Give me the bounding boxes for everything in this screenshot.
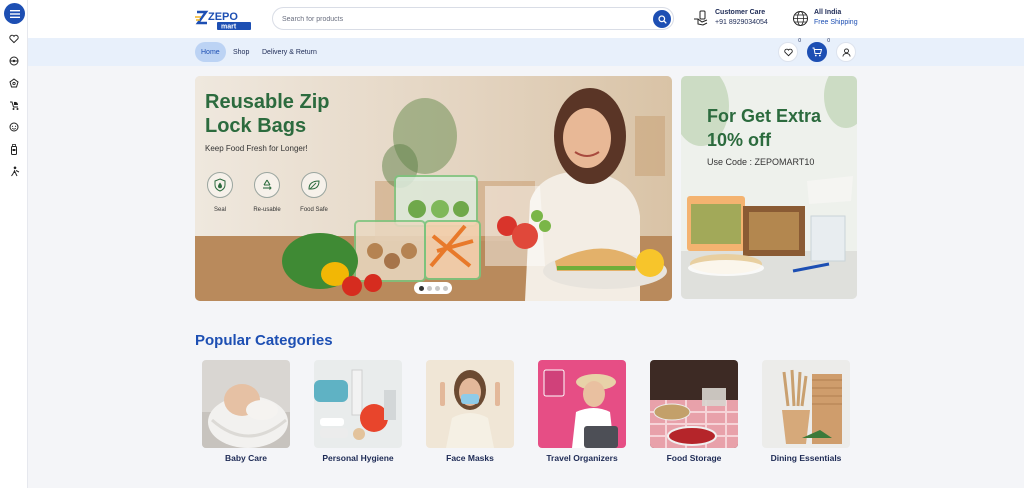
cart-count: 0 (827, 38, 830, 44)
leaf-icon (301, 172, 327, 198)
customer-care[interactable]: Customer Care +91 8929034054 (692, 8, 768, 28)
cart-icon (812, 47, 822, 57)
offer-title: For Get Extra 10% off (707, 106, 822, 150)
customer-care-phone: +91 8929034054 (715, 19, 768, 26)
globe-icon (793, 10, 808, 26)
search-bar (272, 7, 674, 30)
account-button[interactable] (836, 42, 856, 62)
hand-phone-icon (694, 10, 708, 26)
feature-food-safe: Food Safe (294, 172, 334, 213)
customer-care-title: Customer Care (715, 9, 766, 16)
bottle-category-icon[interactable] (7, 142, 21, 156)
search-button[interactable] (653, 10, 671, 28)
feature-seal-label: Seal (213, 207, 226, 213)
category-label: Baby Care (224, 453, 268, 463)
carousel-dot-1[interactable] (418, 285, 424, 291)
category-baby-care[interactable]: Baby Care (202, 360, 290, 463)
carousel-dots (414, 282, 452, 294)
category-travel-organizers[interactable]: Travel Organizers (538, 360, 626, 463)
menu-icon[interactable] (4, 3, 25, 24)
popular-categories-heading: Popular Categories (195, 332, 333, 349)
nav-shop[interactable]: Shop (227, 42, 255, 62)
feature-food-safe-label: Food Safe (300, 207, 328, 213)
category-label: Travel Organizers (546, 453, 618, 463)
category-face-masks[interactable]: Face Masks (426, 360, 514, 463)
shipping-subtitle: Free Shipping (814, 19, 858, 26)
category-personal-hygiene[interactable]: Personal Hygiene (314, 360, 402, 463)
zepomart-logo[interactable]: ZEPO mart (195, 6, 255, 32)
feature-seal: Seal (200, 172, 240, 213)
hero-title: Reusable Zip Lock Bags (205, 91, 330, 137)
top-header: ZEPO mart Customer Care +91 8929034054 A… (28, 0, 1024, 38)
nav-delivery-return[interactable]: Delivery & Return (256, 42, 323, 62)
left-icon-rail (0, 0, 28, 488)
category-label: Personal Hygiene (322, 453, 394, 463)
heart-category-icon[interactable] (7, 32, 21, 46)
shipping-info: All India Free Shipping (792, 8, 858, 28)
face-masks-image (426, 360, 514, 448)
cleaning-category-icon[interactable] (7, 164, 21, 178)
svg-text:ZEPO: ZEPO (208, 11, 238, 23)
carousel-dot-4[interactable] (442, 285, 448, 291)
heart-icon (783, 48, 793, 56)
feature-reusable: Re-usable (247, 172, 287, 213)
main-nav: Home Shop Delivery & Return 0 0 (28, 38, 1024, 66)
user-icon (841, 47, 851, 57)
category-label: Food Storage (666, 453, 722, 463)
feature-reusable-label: Re-usable (253, 207, 281, 213)
food-storage-image (650, 360, 738, 448)
offer-banner[interactable]: For Get Extra 10% off Use Code : ZEPOMAR… (681, 76, 857, 299)
category-label: Dining Essentials (770, 453, 842, 463)
gift-category-icon[interactable] (7, 76, 21, 90)
steering-category-icon[interactable] (7, 54, 21, 68)
svg-text:mart: mart (221, 24, 237, 31)
category-label: Face Masks (446, 453, 494, 463)
nav-home[interactable]: Home (195, 42, 226, 62)
carousel-dot-2[interactable] (426, 285, 432, 291)
shield-drop-icon (207, 172, 233, 198)
hero-banner[interactable]: Reusable Zip Lock Bags Keep Food Fresh f… (195, 76, 672, 301)
hero-subtitle: Keep Food Fresh for Longer! (205, 144, 308, 153)
category-food-storage[interactable]: Food Storage (650, 360, 738, 463)
travel-organizers-image (538, 360, 626, 448)
shipping-title: All India (814, 9, 842, 16)
wishlist-count: 0 (798, 38, 801, 44)
category-dining-essentials[interactable]: Dining Essentials (762, 360, 850, 463)
wishlist-button[interactable]: 0 (778, 38, 801, 62)
dining-essentials-image (762, 360, 850, 448)
recycle-icon (254, 172, 280, 198)
stroller-category-icon[interactable] (7, 98, 21, 112)
offer-code: Use Code : ZEPOMART10 (707, 157, 815, 167)
carousel-dot-3[interactable] (434, 285, 440, 291)
baby-care-image (202, 360, 290, 448)
search-input[interactable] (282, 9, 642, 30)
search-icon (657, 14, 667, 24)
personal-hygiene-image (314, 360, 402, 448)
cart-button[interactable]: 0 (807, 38, 830, 62)
face-category-icon[interactable] (7, 120, 21, 134)
